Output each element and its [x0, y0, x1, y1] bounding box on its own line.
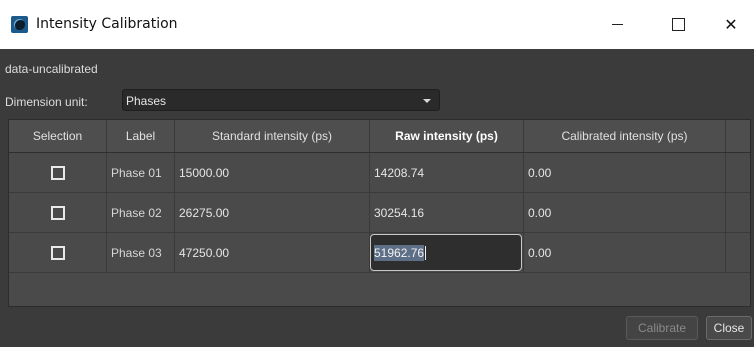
column-header-selection[interactable]: Selection — [9, 120, 107, 152]
dimension-unit-value: Phases — [126, 94, 167, 108]
dimension-unit-select[interactable]: Phases — [122, 89, 440, 111]
column-header-calibrated-intensity[interactable]: Calibrated intensity (ps) — [524, 120, 726, 152]
text-caret — [425, 245, 427, 260]
selection-cell — [9, 153, 107, 192]
column-header-label[interactable]: Label — [107, 120, 175, 152]
dataset-name: data-uncalibrated — [5, 62, 98, 76]
title-bar: Intensity Calibration ✕ — [0, 0, 754, 49]
chevron-down-icon — [423, 99, 431, 103]
row-select-checkbox[interactable] — [50, 205, 65, 220]
row-select-checkbox[interactable] — [50, 245, 65, 260]
minimize-button[interactable] — [594, 0, 640, 49]
standard-intensity-cell[interactable]: 26275.00 — [175, 193, 370, 232]
app-logo-icon — [11, 16, 28, 33]
close-icon: ✕ — [724, 15, 738, 34]
selection-cell — [9, 233, 107, 272]
standard-intensity-cell[interactable]: 47250.00 — [175, 233, 370, 272]
table-row: Phase 01 15000.00 14208.74 0.00 — [9, 153, 750, 193]
raw-intensity-cell[interactable]: 14208.74 — [370, 153, 524, 192]
window-title: Intensity Calibration — [36, 16, 178, 32]
raw-intensity-editor[interactable]: 51962.76 — [370, 234, 522, 271]
label-cell: Phase 03 — [107, 233, 175, 272]
table-row: Phase 03 47250.00 51962.76 0.00 — [9, 233, 750, 273]
raw-intensity-edit-text: 51962.76 — [374, 244, 425, 261]
raw-intensity-cell: 51962.76 — [370, 233, 524, 272]
label-cell: Phase 01 — [107, 153, 175, 192]
table-header: Selection Label Standard intensity (ps) … — [9, 120, 750, 153]
close-window-button[interactable]: ✕ — [708, 0, 754, 49]
label-cell: Phase 02 — [107, 193, 175, 232]
column-header-standard-intensity[interactable]: Standard intensity (ps) — [175, 120, 370, 152]
close-button[interactable]: Close — [706, 316, 752, 340]
calibrate-button[interactable]: Calibrate — [626, 316, 698, 340]
calibrated-intensity-cell: 0.00 — [524, 153, 726, 192]
calibrated-intensity-cell: 0.00 — [524, 233, 726, 272]
maximize-button[interactable] — [655, 0, 701, 49]
maximize-icon — [671, 18, 685, 31]
row-select-checkbox[interactable] — [50, 165, 65, 180]
standard-intensity-cell[interactable]: 15000.00 — [175, 153, 370, 192]
dimension-unit-label: Dimension unit: — [5, 95, 88, 109]
calibration-table: Selection Label Standard intensity (ps) … — [8, 119, 751, 307]
minimize-icon — [611, 24, 623, 25]
raw-intensity-cell[interactable]: 30254.16 — [370, 193, 524, 232]
table-row: Phase 02 26275.00 30254.16 0.00 — [9, 193, 750, 233]
selection-cell — [9, 193, 107, 232]
calibrated-intensity-cell: 0.00 — [524, 193, 726, 232]
column-header-raw-intensity[interactable]: Raw intensity (ps) — [370, 120, 524, 152]
